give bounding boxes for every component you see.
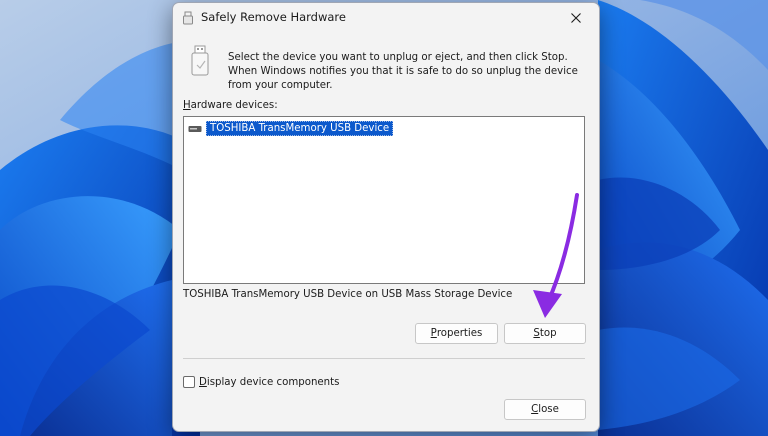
close-window-button[interactable] bbox=[553, 3, 599, 33]
instructions-text: Select the device you want to unplug or … bbox=[228, 52, 578, 91]
properties-button[interactable]: Properties bbox=[415, 323, 498, 344]
close-icon bbox=[571, 13, 581, 23]
usb-drive-icon bbox=[188, 126, 202, 132]
hardware-devices-label: Hardware devices: bbox=[183, 100, 278, 111]
display-device-components-checkbox[interactable] bbox=[183, 376, 195, 388]
stop-button[interactable]: Stop bbox=[504, 323, 586, 344]
device-list-item-label: TOSHIBA TransMemory USB Device bbox=[206, 120, 394, 136]
list-item[interactable]: TOSHIBA TransMemory USB Device bbox=[188, 120, 394, 136]
display-device-components-option[interactable]: Display device components bbox=[183, 376, 339, 388]
close-button[interactable]: Close bbox=[504, 399, 586, 420]
display-device-components-label: Display device components bbox=[199, 376, 340, 388]
title-bar: Safely Remove Hardware bbox=[173, 3, 599, 33]
divider bbox=[183, 358, 585, 359]
device-description: TOSHIBA TransMemory USB Device on USB Ma… bbox=[183, 289, 513, 300]
window-title: Safely Remove Hardware bbox=[201, 10, 346, 24]
hardware-icon bbox=[183, 11, 193, 25]
safely-remove-hardware-dialog: Safely Remove Hardware Select the device… bbox=[172, 2, 600, 432]
hardware-devices-list[interactable]: TOSHIBA TransMemory USB Device bbox=[183, 116, 585, 284]
usb-drive-icon bbox=[191, 45, 209, 76]
